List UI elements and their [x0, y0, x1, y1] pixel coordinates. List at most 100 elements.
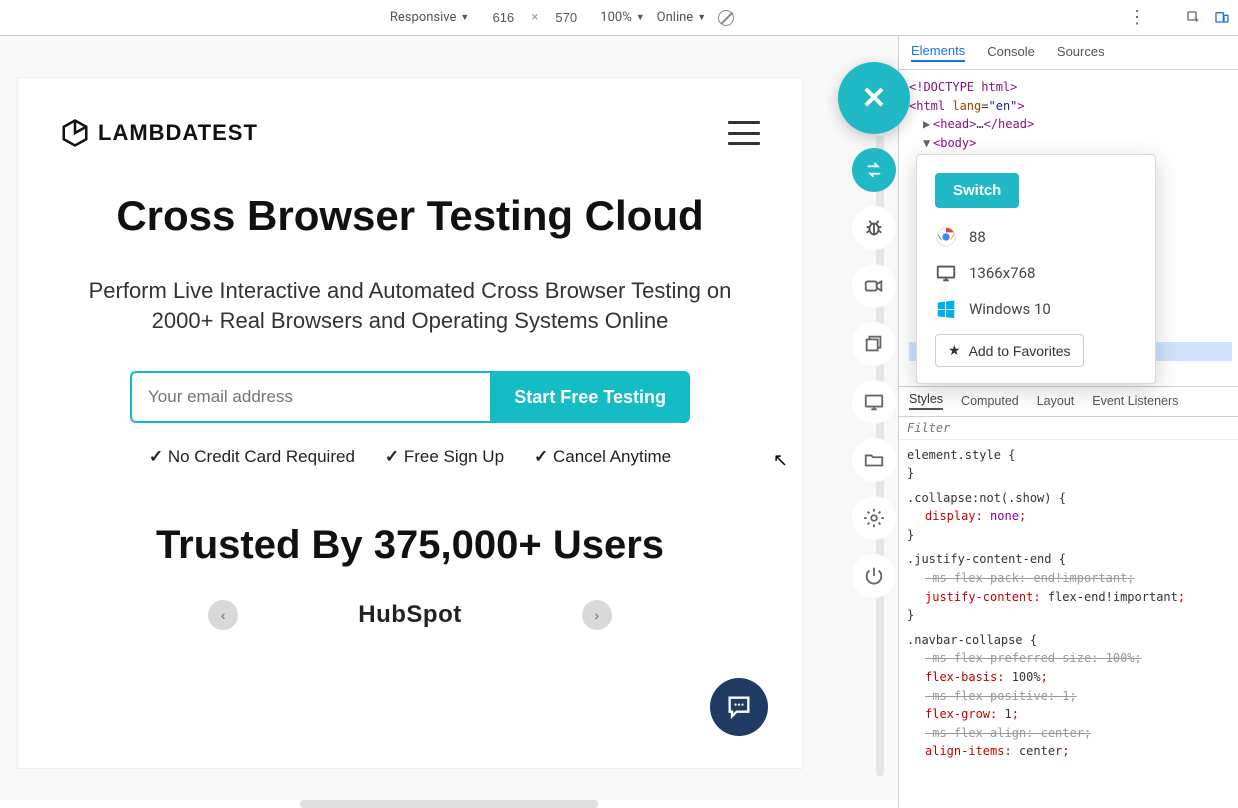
chat-widget-button[interactable] — [710, 678, 768, 736]
perk-item: Cancel Anytime — [534, 447, 671, 467]
perk-item: Free Sign Up — [385, 447, 504, 467]
lambdatest-session-toolbar: ✕ — [838, 62, 910, 598]
perks-row: No Credit Card Required Free Sign Up Can… — [60, 447, 760, 467]
start-free-testing-button[interactable]: Start Free Testing — [490, 371, 690, 423]
carousel-next-button[interactable]: › — [582, 600, 612, 630]
email-input[interactable] — [130, 371, 490, 423]
css-declaration[interactable]: justify-content: flex-end!important; — [907, 588, 1230, 607]
dom-node[interactable]: <html — [909, 99, 952, 113]
mark-bug-button[interactable] — [852, 206, 896, 250]
resolution-value: 1366x768 — [969, 264, 1035, 282]
zoom-select[interactable]: 100% ▼ — [600, 10, 644, 25]
chrome-icon — [935, 226, 957, 248]
chevron-down-icon: ▼ — [697, 12, 706, 23]
css-declaration[interactable]: align-items: center; — [907, 742, 1230, 761]
hero-subtitle-line: Perform Live Interactive and Automated C… — [60, 276, 760, 306]
css-declaration[interactable]: -ms-flex-positive: 1; — [907, 687, 1230, 706]
zoom-value: 100% — [600, 10, 631, 25]
subtab-event-listeners[interactable]: Event Listeners — [1092, 394, 1178, 408]
css-selector[interactable]: .collapse:not(.show) — [907, 491, 1052, 505]
stack-icon — [863, 333, 885, 355]
gear-icon — [863, 507, 885, 529]
carousel-prev-button[interactable]: ‹ — [208, 600, 238, 630]
record-video-button[interactable] — [852, 264, 896, 308]
brand-logo[interactable]: LAMBDATEST — [60, 118, 258, 148]
inspect-element-icon[interactable] — [1186, 10, 1202, 26]
hero-subtitle-line: 2000+ Real Browsers and Operating System… — [60, 306, 760, 336]
switch-config-popup: Switch 88 1366x768 Windows 10 ★ Add to F… — [916, 154, 1156, 384]
css-declaration[interactable]: flex-basis: 100%; — [907, 668, 1230, 687]
css-selector[interactable]: element.style — [907, 448, 1001, 462]
swap-icon — [863, 159, 885, 181]
mobile-menu-button[interactable] — [728, 121, 760, 145]
device-mode-select[interactable]: Responsive ▼ — [390, 10, 469, 25]
chat-icon — [725, 693, 753, 721]
config-os-row[interactable]: Windows 10 — [935, 298, 1137, 320]
rendered-page: LAMBDATEST Cross Browser Testing Cloud P… — [18, 78, 802, 768]
css-declaration[interactable]: -ms-flex-align: center; — [907, 724, 1230, 743]
change-resolution-button[interactable] — [852, 380, 896, 424]
monitor-icon — [935, 262, 957, 284]
favorite-label: Add to Favorites — [969, 343, 1071, 359]
star-icon: ★ — [948, 342, 961, 359]
folder-icon — [863, 449, 885, 471]
config-resolution-row[interactable]: 1366x768 — [935, 262, 1137, 284]
viewport-width-input[interactable] — [481, 10, 525, 25]
files-button[interactable] — [852, 438, 896, 482]
browser-version-value: 88 — [969, 228, 986, 246]
tab-console[interactable]: Console — [987, 44, 1035, 61]
css-selector[interactable]: .navbar-collapse — [907, 633, 1023, 647]
dom-node[interactable]: <head> — [933, 117, 976, 131]
video-icon — [863, 275, 885, 297]
perk-item: No Credit Card Required — [149, 447, 355, 467]
subtab-layout[interactable]: Layout — [1037, 394, 1075, 408]
dimension-separator: × — [531, 10, 538, 25]
dom-node[interactable]: <!DOCTYPE html> — [909, 80, 1017, 94]
brand-name: LAMBDATEST — [98, 120, 258, 146]
css-declaration[interactable]: -ms-flex-preferred-size: 100%; — [907, 649, 1230, 668]
add-to-favorites-button[interactable]: ★ Add to Favorites — [935, 334, 1084, 367]
chevron-down-icon: ▼ — [460, 12, 469, 23]
chevron-down-icon: ▼ — [636, 12, 645, 23]
end-session-button[interactable] — [852, 554, 896, 598]
gallery-button[interactable] — [852, 322, 896, 366]
css-declaration[interactable]: -ms-flex-pack: end!important; — [907, 569, 1230, 588]
bug-icon — [863, 217, 885, 239]
power-icon — [863, 565, 885, 587]
subtab-styles[interactable]: Styles — [909, 392, 943, 410]
windows-icon — [935, 298, 957, 320]
switch-config-button[interactable] — [852, 148, 896, 192]
toggle-device-toolbar-icon[interactable] — [1214, 10, 1230, 26]
close-session-button[interactable]: ✕ — [838, 62, 910, 134]
styles-filter-input[interactable] — [907, 421, 1230, 435]
viewport-height-input[interactable] — [544, 10, 588, 25]
devtools-panel: Elements Console Sources <!DOCTYPE html>… — [898, 36, 1238, 808]
monitor-icon — [863, 391, 885, 413]
styles-pane[interactable]: element.style { } .collapse:not(.show) {… — [899, 440, 1238, 768]
partner-logo: HubSpot — [358, 601, 461, 629]
preview-resize-handle-bottom[interactable] — [300, 800, 598, 808]
throttling-select[interactable]: Online ▼ — [657, 10, 706, 25]
rotate-icon[interactable] — [718, 10, 734, 26]
css-declaration[interactable]: flex-grow: 1; — [907, 705, 1230, 724]
dom-node[interactable]: <body> — [933, 136, 976, 150]
hero-subtitle: Perform Live Interactive and Automated C… — [60, 276, 760, 335]
viewport-dimensions: × — [481, 10, 588, 25]
devtools-device-toolbar: Responsive ▼ × 100% ▼ Online ▼ ⋮ — [0, 0, 1238, 36]
trusted-heading: Trusted By 375,000+ Users — [60, 523, 760, 568]
config-browser-row[interactable]: 88 — [935, 226, 1137, 248]
settings-button[interactable] — [852, 496, 896, 540]
tab-sources[interactable]: Sources — [1057, 44, 1105, 61]
hero-title: Cross Browser Testing Cloud — [60, 192, 760, 240]
kebab-menu-icon[interactable]: ⋮ — [1128, 7, 1146, 28]
throttling-value: Online — [657, 10, 694, 25]
subtab-computed[interactable]: Computed — [961, 394, 1019, 408]
lambdatest-mark-icon — [60, 118, 90, 148]
os-value: Windows 10 — [969, 300, 1051, 318]
switch-button[interactable]: Switch — [935, 173, 1019, 208]
tab-elements[interactable]: Elements — [911, 43, 965, 62]
device-mode-label: Responsive — [390, 10, 457, 25]
css-declaration[interactable]: display: none; — [907, 507, 1230, 526]
device-preview-pane: LAMBDATEST Cross Browser Testing Cloud P… — [0, 36, 898, 808]
css-selector[interactable]: .justify-content-end — [907, 552, 1052, 566]
